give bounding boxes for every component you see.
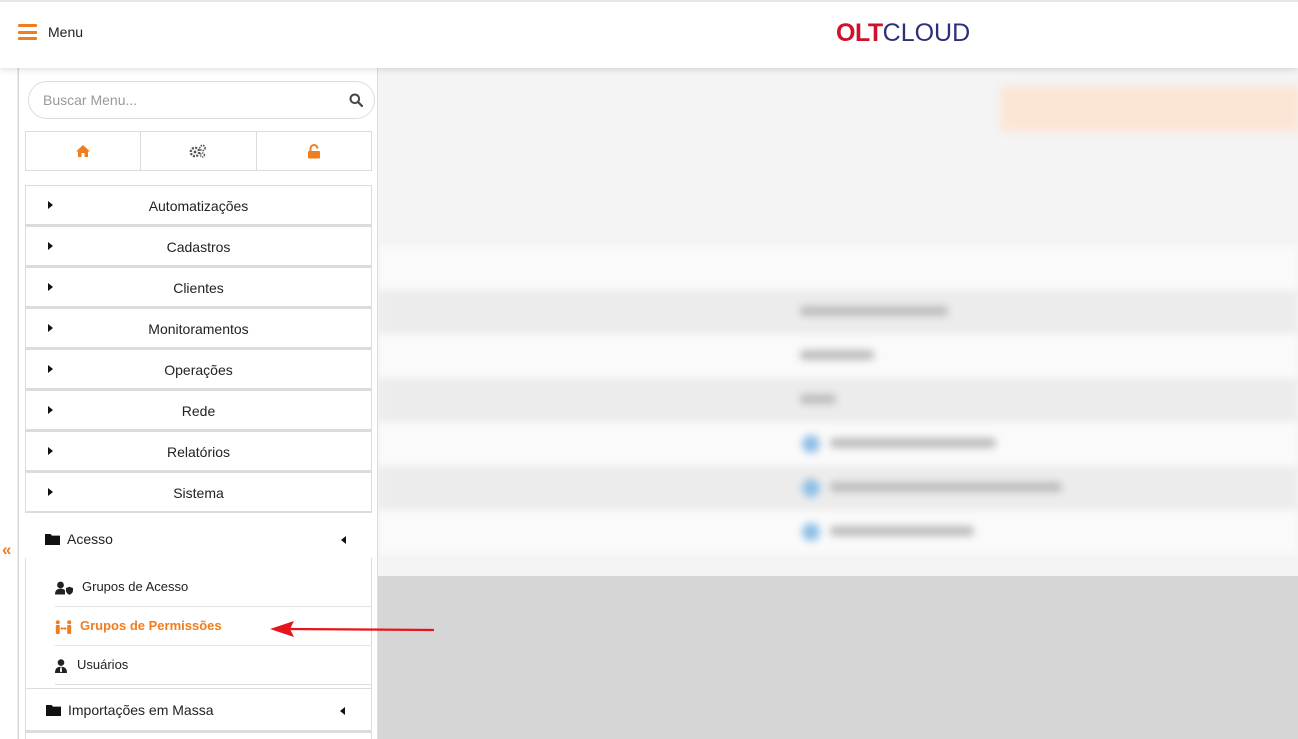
menu-item-relatorios[interactable]: Relatórios (25, 431, 372, 472)
user-tie-icon (55, 659, 67, 673)
menu-item-label: Operações (164, 362, 233, 378)
menu-item-label: Cadastros (166, 239, 231, 255)
logo-part2: CLOUD (882, 19, 971, 47)
menu-item-label: Sistema (173, 485, 224, 501)
menu-item-clientes[interactable]: Clientes (25, 267, 372, 308)
unlock-icon (307, 143, 320, 158)
home-icon (76, 145, 91, 157)
submenu-folder-label: Importações em Massa (68, 702, 214, 718)
menu-search-input[interactable] (43, 92, 333, 108)
menu-item-operacoes[interactable]: Operações (25, 349, 372, 390)
submenu-folder-acesso[interactable]: Acesso (25, 520, 372, 558)
menu-item-label: Automatizações (148, 198, 249, 214)
submenu-item-label: Grupos de Permissões (80, 618, 222, 633)
user-shield-icon (55, 581, 73, 595)
menu-item-monitoramentos[interactable]: Monitoramentos (25, 308, 372, 349)
menu-item-rede[interactable]: Rede (25, 390, 372, 431)
menu-item-sistema[interactable]: Sistema (25, 472, 372, 513)
people-arrows-icon (55, 620, 72, 634)
menu-item-label: Rede (181, 403, 216, 419)
quick-actions (25, 131, 372, 171)
collapse-sidebar-icon[interactable]: « (2, 540, 11, 560)
menu-item-label: Clientes (173, 280, 224, 296)
caret-left-icon (341, 536, 346, 544)
submenu-item-grupos-de-acesso[interactable]: Grupos de Acesso (55, 568, 372, 607)
submenu-item-label: Grupos de Acesso (82, 579, 189, 594)
logo-part1: OLT (836, 19, 883, 47)
hamburger-icon (18, 24, 37, 40)
menu-item-automatizacoes[interactable]: Automatizações (25, 185, 372, 226)
search-icon[interactable] (349, 93, 363, 107)
blurred-page-content (378, 68, 1298, 576)
submenu-item-label: Usuários (77, 657, 129, 672)
annotation-arrow (270, 621, 435, 637)
menu-item-label: Relatórios (166, 444, 231, 460)
folder-icon (46, 705, 61, 716)
gears-icon (190, 144, 207, 158)
menu-item-cadastros[interactable]: Cadastros (25, 226, 372, 267)
menu-item-label: Monitoramentos (148, 321, 249, 337)
submenu-folder-label: Acesso (67, 531, 113, 547)
folder-icon (45, 534, 60, 545)
submenu-folder-importacoes[interactable]: Importações em Massa (25, 688, 372, 732)
menu-search (28, 81, 375, 119)
submenu-item-usuarios[interactable]: Usuários (55, 646, 372, 685)
top-bar: Menu OLTCLOUD (0, 0, 1298, 68)
oltcloud-logo[interactable]: OLTCLOUD (836, 19, 970, 48)
menu-label: Menu (48, 24, 84, 40)
caret-left-icon (340, 707, 345, 715)
home-button[interactable] (26, 132, 142, 170)
logout-button[interactable] (257, 132, 371, 170)
menu-toggle-button[interactable]: Menu (18, 24, 83, 40)
sidebar-collapse-strip: « (0, 68, 18, 739)
settings-button[interactable] (141, 132, 257, 170)
